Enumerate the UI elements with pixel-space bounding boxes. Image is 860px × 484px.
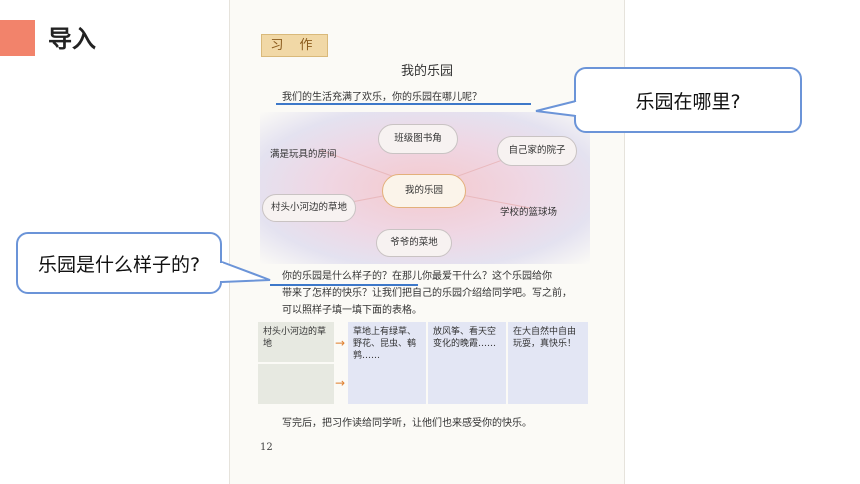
section-marker — [0, 20, 35, 56]
question-line-1: 你的乐园是什么样子的？在那儿你最爱干什么？这个乐园给你 — [282, 271, 552, 282]
table-cell-feeling: 在大自然中自由玩耍，真快乐！ — [508, 322, 588, 404]
table-cell-place-blank — [258, 364, 334, 404]
node-class-library: 班级图书角 — [378, 124, 458, 154]
table-cell-activity: 放风筝、看天空变化的晚霞…… — [428, 322, 506, 404]
highlight-underline-2 — [270, 284, 418, 286]
page-title: 我的乐园 — [400, 64, 453, 79]
arrow-icon: → — [335, 336, 346, 350]
page-number: 12 — [260, 442, 273, 453]
node-river-grass: 村头小河边的草地 — [262, 194, 356, 222]
callout-what-like-text: 乐园是什么样子的? — [37, 253, 201, 276]
textbook-page: 习 作 我的乐园 我们的生活充满了欢乐，你的乐园在哪儿呢？ 班级图书角 满是玩具… — [229, 0, 625, 484]
question-line-3: 可以照样子填一填下面的表格。 — [282, 305, 422, 316]
table-cell-place: 村头小河边的草地 — [258, 322, 334, 362]
mind-map: 班级图书角 满是玩具的房间 自己家的院子 我的乐园 村头小河边的草地 学校的篮球… — [260, 112, 590, 264]
callout-where-text: 乐园在哪里? — [635, 90, 741, 113]
callout-pointer — [219, 261, 271, 283]
question-where: 我们的生活充满了欢乐，你的乐园在哪儿呢？ — [282, 92, 482, 103]
callout-pointer — [535, 100, 579, 117]
question-what-like: 你的乐园是什么样子的？在那儿你最爱干什么？这个乐园给你 带来了怎样的快乐？让我们… — [282, 268, 582, 319]
section-tag: 习 作 — [261, 34, 328, 57]
fill-table: 村头小河边的草地 → → 草地上有绿草、野花、昆虫、鹌鹑…… 放风筝、看天空变化… — [258, 322, 610, 406]
closing-instruction: 写完后，把习作读给同学听，让他们也来感受你的快乐。 — [282, 418, 532, 429]
node-home-yard: 自己家的院子 — [497, 136, 577, 166]
node-grandpa-garden: 爷爷的菜地 — [376, 229, 452, 257]
node-toy-room: 满是玩具的房间 — [270, 149, 337, 160]
table-cell-scene: 草地上有绿草、野花、昆虫、鹌鹑…… — [348, 322, 426, 404]
question-line-2: 带来了怎样的快乐？让我们把自己的乐园介绍给同学吧。写之前， — [282, 288, 572, 299]
highlight-underline-1 — [276, 103, 531, 105]
callout-what-like: 乐园是什么样子的? — [16, 232, 271, 294]
arrow-icon: → — [335, 376, 346, 390]
slide-heading: 导入 — [48, 25, 96, 53]
node-center-my-paradise: 我的乐园 — [382, 174, 466, 208]
node-basketball-court: 学校的篮球场 — [500, 207, 558, 218]
callout-where: 乐园在哪里? — [535, 67, 802, 133]
